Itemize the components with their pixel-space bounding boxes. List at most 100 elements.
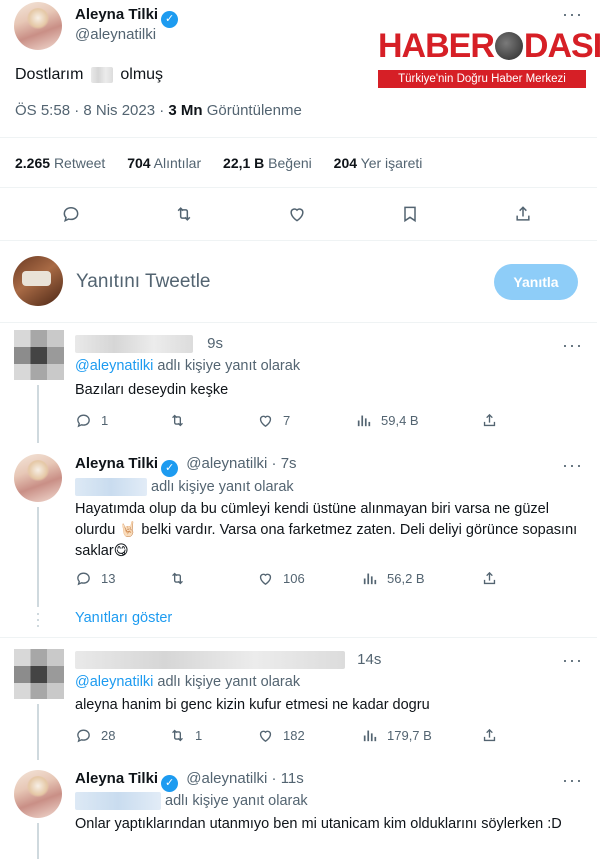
reply-icon [77, 572, 90, 586]
views-icon [363, 573, 377, 585]
reply-count[interactable]: 28 [75, 727, 115, 744]
mention-link[interactable]: @aleynatilki [75, 358, 153, 374]
reply-header[interactable]: 9s [75, 335, 223, 354]
tweet-text-start: Dostlarım [15, 66, 84, 83]
views-icon [357, 415, 371, 427]
reply-header[interactable]: 14s [75, 651, 381, 670]
reply-tweet[interactable]: Aleyna Tilki ✓ @aleynatilki · 7s ··· adlı… [0, 443, 597, 638]
reply-avatar[interactable] [14, 649, 64, 699]
replying-label: adlı kişiye yanıt olarak [153, 358, 301, 374]
censored-username [75, 335, 193, 354]
reply-avatar[interactable] [14, 454, 62, 502]
reply-header[interactable]: Aleyna Tilki ✓ @aleynatilki · 7s [75, 455, 297, 477]
verified-badge-icon: ✓ [161, 11, 179, 28]
views-count[interactable]: 179,7 B [361, 727, 432, 744]
divider [0, 240, 597, 241]
author-name[interactable]: Aleyna Tilki ✓ [75, 6, 179, 28]
reply-tweet[interactable]: 14s ··· @aleynatilki adlı kişiye yanıt o… [0, 638, 597, 760]
reply-text: Onlar yaptıklarından utanmıyo ben mi uta… [75, 816, 562, 832]
share-count[interactable] [481, 570, 498, 587]
reply-time[interactable]: 14s [357, 651, 381, 668]
reply-time[interactable]: · 11s [272, 770, 304, 787]
reply-avatar[interactable] [14, 330, 64, 380]
retweet-stat[interactable]: 2.265 Retweet [15, 155, 105, 171]
like-stat[interactable]: 22,1 B Beğeni [223, 155, 312, 171]
share-icon [483, 571, 496, 585]
tweet-text: Dostlarım olmuş [15, 66, 163, 84]
reply-author-handle[interactable]: @aleynatilki [186, 770, 267, 787]
author-avatar[interactable] [14, 2, 62, 50]
more-options-icon[interactable]: ··· [562, 335, 583, 356]
reply-author-handle[interactable]: @aleynatilki [186, 455, 267, 472]
share-icon[interactable] [512, 203, 534, 225]
share-icon [483, 728, 496, 742]
reply-button[interactable]: Yanıtla [494, 264, 578, 300]
views-label: Görüntülenme [202, 102, 302, 119]
bookmark-stat[interactable]: 204 Yer işareti [334, 155, 423, 171]
more-options-icon[interactable]: ··· [562, 455, 583, 476]
like-icon[interactable] [286, 203, 308, 225]
show-replies-link[interactable]: Yanıtları göster [75, 610, 172, 626]
censored-emoji [90, 66, 113, 83]
reply-input[interactable]: Yanıtını Tweetle [76, 271, 211, 293]
retweet-count[interactable]: 1 [169, 727, 202, 744]
quote-stat[interactable]: 704 Alıntılar [127, 155, 201, 171]
reply-text: Hayatımda olup da bu cümleyi kendi üstün… [75, 501, 578, 559]
views-count: 3 Mn [168, 102, 203, 119]
reply-header[interactable]: Aleyna Tilki ✓ @aleynatilki · 11s [75, 770, 304, 792]
bookmark-icon[interactable] [399, 203, 421, 225]
divider [0, 187, 597, 188]
watermark-tagline: Türkiye'nin Doğru Haber Merkezi [378, 70, 586, 88]
retweet-icon [172, 414, 183, 427]
current-user-avatar[interactable] [13, 256, 63, 306]
share-count[interactable] [481, 727, 498, 744]
tweet-timestamp[interactable]: ÖS 5:58 · 8 Nis 2023 · 3 Mn Görüntülenme [15, 102, 302, 119]
thread-line [37, 704, 39, 760]
thread-dots [37, 613, 39, 629]
watermark-left: HABER [378, 27, 495, 65]
author-handle[interactable]: @aleynatilki [75, 26, 156, 43]
reply-time[interactable]: 9s [207, 335, 223, 352]
replying-to: adlı kişiye yanıt olarak [75, 792, 308, 810]
retweet-count[interactable] [169, 412, 195, 429]
censored-username [75, 651, 345, 670]
reply-author-name[interactable]: Aleyna Tilki [75, 770, 158, 787]
reply-tweet[interactable]: 9s ··· @aleynatilki adlı kişiye yanıt ol… [0, 323, 597, 443]
more-options-icon[interactable]: ··· [562, 770, 583, 791]
replying-label: adlı kişiye yanıt olarak [151, 478, 294, 495]
author-name-text[interactable]: Aleyna Tilki [75, 6, 158, 23]
thread-line [37, 385, 39, 443]
reply-count[interactable]: 13 [75, 570, 115, 587]
thread-line [37, 507, 39, 607]
replying-label: adlı kişiye yanıt olarak [153, 674, 301, 690]
reply-author-name[interactable]: Aleyna Tilki [75, 455, 158, 472]
like-count[interactable]: 182 [257, 727, 305, 744]
like-count[interactable]: 7 [257, 412, 290, 429]
reply-avatar[interactable] [14, 770, 62, 818]
watermark-logo: HABER DASI Türkiye'nin Doğru Haber Merkez… [378, 27, 602, 88]
globe-icon [494, 32, 523, 60]
reply-text: aleyna hanim bi genc kizin kufur etmesi … [75, 697, 430, 713]
thread-line [37, 823, 39, 859]
reply-count[interactable]: 1 [75, 412, 108, 429]
censored-mention[interactable] [75, 792, 161, 810]
retweet-icon[interactable] [173, 203, 195, 225]
more-options-icon[interactable]: ··· [562, 650, 583, 671]
mention-link[interactable]: @aleynatilki [75, 674, 153, 690]
views-count[interactable]: 56,2 B [361, 570, 425, 587]
retweet-count[interactable] [169, 570, 195, 587]
reply-tweet[interactable]: Aleyna Tilki ✓ @aleynatilki · 11s ··· adl… [0, 760, 597, 859]
reply-actions: 28 1 182 179,7 B [75, 727, 515, 747]
views-count[interactable]: 59,4 B [355, 412, 419, 429]
reply-icon [77, 414, 90, 428]
like-count[interactable]: 106 [257, 570, 305, 587]
replying-to: adlı kişiye yanıt olarak [75, 478, 294, 496]
censored-mention[interactable] [75, 478, 147, 496]
timestamp-text[interactable]: ÖS 5:58 · 8 Nis 2023 · [15, 102, 168, 119]
reply-icon[interactable] [60, 203, 82, 225]
share-count[interactable] [481, 412, 498, 429]
more-options-icon[interactable]: ··· [562, 4, 583, 25]
reply-time[interactable]: · 7s [272, 455, 297, 472]
retweet-icon [172, 729, 183, 742]
reply-text: Bazıları deseydin keşke [75, 382, 229, 398]
